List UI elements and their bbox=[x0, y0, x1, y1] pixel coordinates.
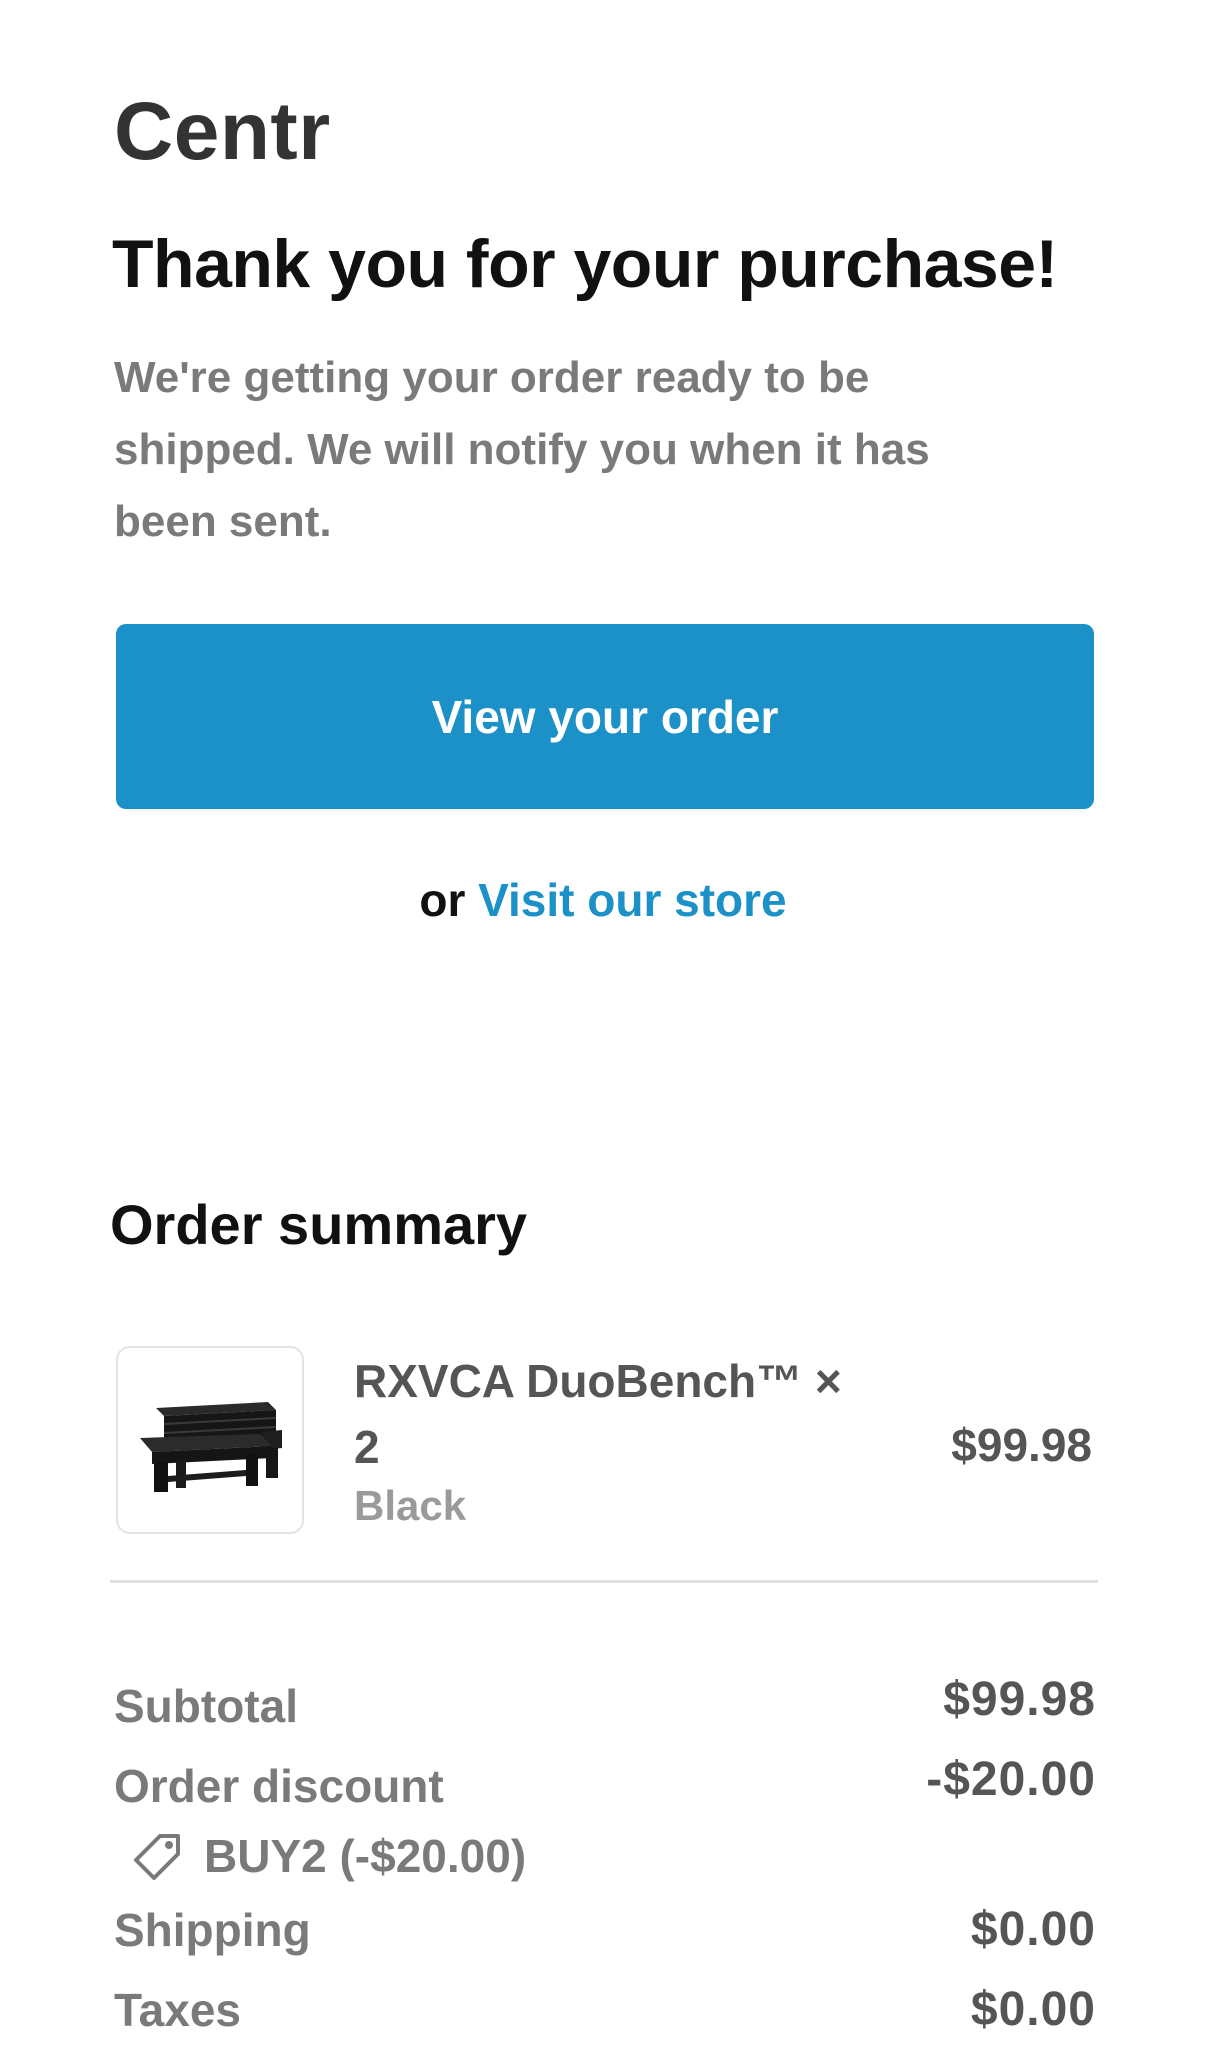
view-order-button[interactable]: View your order bbox=[116, 624, 1094, 809]
discount-code-text: BUY2 (-$20.00) bbox=[204, 1830, 527, 1882]
discount-label: Order discount bbox=[114, 1760, 444, 1812]
subtotal-label: Subtotal bbox=[114, 1680, 298, 1732]
confirmation-title: Thank you for your purchase! bbox=[112, 226, 1058, 302]
visit-store-link[interactable]: Visit our store bbox=[478, 874, 786, 926]
item-variant: Black bbox=[354, 1482, 467, 1529]
confirmation-message: We're getting your order ready to be shi… bbox=[114, 353, 930, 546]
item-name: RXVCA DuoBench™ × 2 bbox=[354, 1355, 842, 1473]
visit-store-line: or Visit our store bbox=[0, 870, 1206, 930]
item-price: $99.98 bbox=[951, 1419, 1092, 1471]
discount-value: -$20.00 bbox=[926, 1753, 1096, 1806]
bench-image-icon bbox=[140, 1402, 282, 1492]
subtotal-value: $99.98 bbox=[943, 1673, 1096, 1726]
product-thumbnail bbox=[116, 1346, 304, 1534]
brand-logo: Centr bbox=[114, 86, 331, 177]
taxes-label: Taxes bbox=[114, 1984, 242, 2036]
discount-code: BUY2 (-$20.00) bbox=[130, 1826, 526, 1886]
shipping-value: $0.00 bbox=[970, 1903, 1096, 1956]
tag-icon bbox=[130, 1828, 186, 1884]
taxes-value: $0.00 bbox=[970, 1983, 1096, 2036]
or-text: or bbox=[419, 874, 466, 926]
shipping-label: Shipping bbox=[114, 1904, 311, 1956]
order-summary-title: Order summary bbox=[110, 1193, 528, 1256]
summary-divider bbox=[110, 1580, 1098, 1583]
